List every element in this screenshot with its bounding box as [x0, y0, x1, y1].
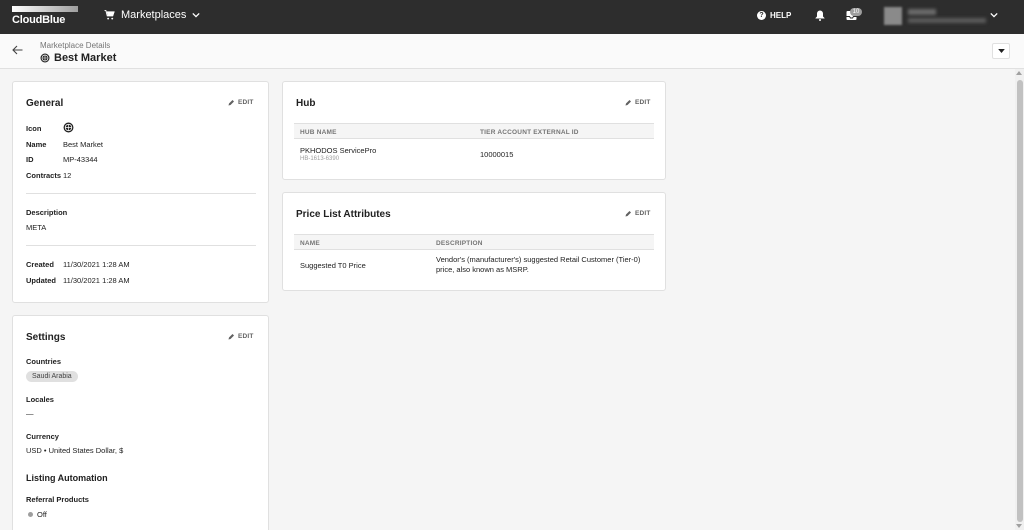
- marketplaces-nav[interactable]: Marketplaces: [104, 9, 206, 21]
- pencil-icon: [625, 100, 631, 106]
- hub-row-id: HB-1613-6390: [300, 156, 340, 162]
- price-row-description-line-1: Vendor's (manufacturer's) suggested Reta…: [436, 255, 641, 264]
- countries-label: Countries: [26, 357, 62, 366]
- referral-products-value: Off: [37, 510, 47, 519]
- price-list-edit-button[interactable]: EDIT: [625, 210, 651, 217]
- top-bar: CloudBlue Marketplaces ? HELP 10: [0, 0, 1024, 34]
- listing-automation-title: Listing Automation: [26, 473, 108, 483]
- hub-card: Hub EDIT HUB NAME TIER ACCOUNT EXTERNAL …: [282, 81, 666, 180]
- logo-text: CloudBlue: [12, 14, 66, 26]
- price-name-column-header: NAME: [300, 240, 320, 247]
- country-chip: Saudi Arabia: [26, 371, 78, 382]
- page-title-text: Best Market: [54, 52, 117, 64]
- bell-icon[interactable]: [815, 10, 825, 21]
- help-icon: ?: [757, 11, 766, 20]
- scroll-down-arrow[interactable]: [1016, 524, 1022, 528]
- price-row-name: Suggested T0 Price: [300, 261, 366, 270]
- pencil-icon: [228, 334, 234, 340]
- price-list-attributes-card: Price List Attributes EDIT NAME DESCRIPT…: [282, 192, 666, 291]
- currency-label: Currency: [26, 432, 59, 441]
- locales-label: Locales: [26, 395, 54, 404]
- chevron-down-icon: [192, 12, 201, 18]
- contracts-label: Contracts: [26, 171, 62, 180]
- back-arrow-icon[interactable]: [12, 45, 23, 55]
- general-edit-button[interactable]: EDIT: [228, 99, 254, 106]
- cart-icon: [104, 10, 115, 20]
- icon-label: Icon: [26, 124, 42, 133]
- account-name-blurred: [908, 9, 936, 15]
- marketplace-globe-icon: [40, 53, 50, 63]
- account-details-blurred: [908, 18, 986, 23]
- price-list-title: Price List Attributes: [296, 209, 391, 220]
- general-divider-1: [26, 193, 256, 194]
- pencil-icon: [625, 211, 631, 217]
- locales-value: —: [26, 409, 34, 418]
- id-value: MP-43344: [63, 155, 98, 164]
- hub-name-column-header: HUB NAME: [300, 129, 337, 136]
- help-label: HELP: [770, 11, 792, 20]
- id-label: ID: [26, 155, 34, 164]
- inbox-count-badge: 10: [850, 8, 862, 16]
- marketplaces-label: Marketplaces: [121, 9, 187, 21]
- page-header: Marketplace Details Best Market: [0, 34, 1024, 69]
- contracts-value: 12: [63, 171, 72, 180]
- currency-value: USD • United States Dollar, $: [26, 446, 124, 455]
- hub-tier-column-header: TIER ACCOUNT EXTERNAL ID: [480, 129, 579, 136]
- actions-dropdown-button[interactable]: [992, 43, 1010, 59]
- general-card: General EDIT Icon Name Best Market ID MP…: [12, 81, 269, 303]
- created-value: 11/30/2021 1:28 AM: [63, 260, 130, 269]
- updated-label: Updated: [26, 276, 56, 285]
- logo-bar: [12, 6, 78, 12]
- referral-products-label: Referral Products: [26, 495, 89, 504]
- settings-edit-button[interactable]: EDIT: [228, 333, 254, 340]
- cloudblue-logo[interactable]: CloudBlue: [12, 6, 78, 26]
- marketplace-icon: [63, 122, 74, 133]
- description-value: META: [26, 223, 47, 232]
- caret-down-icon: [997, 49, 1005, 53]
- general-title: General: [26, 98, 64, 109]
- settings-title: Settings: [26, 332, 66, 343]
- scroll-up-arrow[interactable]: [1016, 71, 1022, 75]
- name-label: Name: [26, 140, 47, 149]
- price-description-column-header: DESCRIPTION: [436, 240, 483, 247]
- description-label: Description: [26, 208, 68, 217]
- help-button[interactable]: ? HELP: [757, 11, 791, 20]
- page-title: Best Market: [40, 52, 116, 64]
- scrollbar-thumb[interactable]: [1017, 80, 1023, 522]
- avatar[interactable]: [884, 7, 902, 25]
- hub-row-tier-id: 10000015: [480, 150, 514, 159]
- settings-card: Settings EDIT Countries Saudi Arabia Loc…: [12, 315, 269, 530]
- account-chevron-down-icon[interactable]: [990, 12, 998, 18]
- hub-title: Hub: [296, 98, 316, 109]
- general-divider-2: [26, 245, 256, 246]
- name-value: Best Market: [63, 140, 104, 149]
- breadcrumb[interactable]: Marketplace Details: [40, 41, 110, 50]
- hub-edit-button[interactable]: EDIT: [625, 99, 651, 106]
- hub-table-header: [294, 123, 654, 139]
- referral-status-dot: [28, 512, 33, 517]
- hub-row-name[interactable]: PKHODOS ServicePro: [300, 146, 376, 155]
- pencil-icon: [228, 100, 234, 106]
- updated-value: 11/30/2021 1:28 AM: [63, 276, 130, 285]
- created-label: Created: [26, 260, 54, 269]
- price-row-description-line-2: price, also known as MSRP.: [436, 265, 529, 274]
